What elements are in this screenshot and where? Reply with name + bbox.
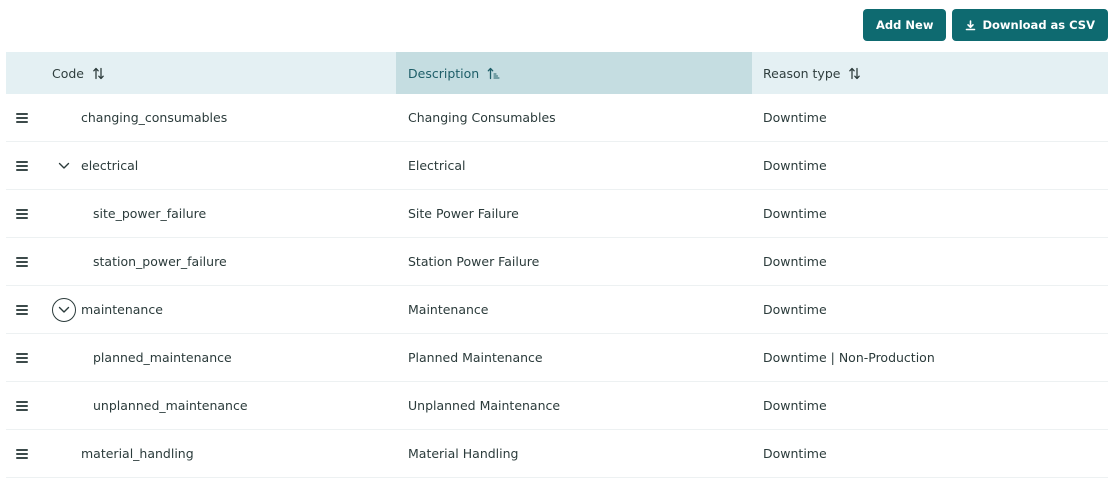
reason-type-cell: Downtime bbox=[763, 110, 827, 125]
description-cell: Unplanned Maintenance bbox=[408, 398, 561, 413]
code-cell: electrical bbox=[6, 142, 396, 189]
drag-handle-icon[interactable] bbox=[16, 448, 28, 459]
drag-handle-icon[interactable] bbox=[16, 304, 28, 315]
drag-handle-icon[interactable] bbox=[16, 208, 28, 219]
code-cell: site_power_failure bbox=[6, 190, 396, 237]
drag-handle-icon[interactable] bbox=[16, 352, 28, 363]
code-cell: station_power_failure bbox=[6, 238, 396, 285]
code-cell: maintenance bbox=[6, 286, 396, 333]
column-header-description-label: Description bbox=[408, 65, 480, 81]
code-text: station_power_failure bbox=[93, 253, 227, 269]
download-label: Download as CSV bbox=[982, 18, 1095, 32]
code-cell: unplanned_maintenance bbox=[6, 382, 396, 429]
description-cell: Changing Consumables bbox=[408, 110, 556, 125]
code-text: maintenance bbox=[81, 301, 163, 317]
reason-type-cell: Downtime | Non-Production bbox=[763, 350, 935, 365]
code-text: electrical bbox=[81, 157, 139, 173]
drag-handle-icon[interactable] bbox=[16, 400, 28, 411]
code-text: unplanned_maintenance bbox=[93, 397, 248, 413]
sort-ascending-icon[interactable] bbox=[487, 67, 500, 80]
add-new-label: Add New bbox=[876, 18, 934, 32]
code-text: material_handling bbox=[81, 445, 194, 461]
code-text: site_power_failure bbox=[93, 205, 207, 221]
collapse-chevron-icon[interactable] bbox=[52, 154, 76, 178]
drag-handle-icon[interactable] bbox=[16, 112, 28, 123]
description-cell: Site Power Failure bbox=[408, 206, 519, 221]
reason-type-cell: Downtime bbox=[763, 398, 827, 413]
sort-both-icon[interactable] bbox=[848, 67, 861, 80]
table-row[interactable]: station_power_failure Station Power Fail… bbox=[6, 238, 1108, 286]
add-new-button[interactable]: Add New bbox=[863, 9, 947, 41]
drag-handle-icon[interactable] bbox=[16, 160, 28, 171]
table-row[interactable]: unplanned_maintenance Unplanned Maintena… bbox=[6, 382, 1108, 430]
table-row[interactable]: electrical Electrical Downtime bbox=[6, 142, 1108, 190]
download-icon bbox=[965, 19, 976, 31]
table-row[interactable]: changing_consumables Changing Consumable… bbox=[6, 94, 1108, 142]
code-text: planned_maintenance bbox=[93, 349, 232, 365]
collapse-chevron-icon[interactable] bbox=[52, 297, 76, 322]
column-header-reason-type[interactable]: Reason type bbox=[752, 52, 1108, 94]
description-cell: Electrical bbox=[408, 158, 466, 173]
sort-both-icon[interactable] bbox=[92, 67, 105, 80]
description-cell: Station Power Failure bbox=[408, 254, 540, 269]
column-header-code-label: Code bbox=[52, 65, 85, 81]
download-csv-button[interactable]: Download as CSV bbox=[952, 9, 1108, 41]
reason-type-cell: Downtime bbox=[763, 206, 827, 221]
reason-codes-table: Code Description Reason type changing_co… bbox=[6, 52, 1108, 478]
column-header-description[interactable]: Description bbox=[396, 52, 752, 94]
column-header-reason-type-label: Reason type bbox=[763, 65, 841, 81]
description-cell: Material Handling bbox=[408, 446, 519, 461]
column-header-code[interactable]: Code bbox=[6, 52, 396, 94]
drag-handle-icon[interactable] bbox=[16, 256, 28, 267]
code-cell: material_handling bbox=[6, 430, 396, 477]
description-cell: Planned Maintenance bbox=[408, 350, 543, 365]
code-cell: changing_consumables bbox=[6, 94, 396, 141]
code-text: changing_consumables bbox=[81, 109, 228, 125]
table-row[interactable]: site_power_failure Site Power Failure Do… bbox=[6, 190, 1108, 238]
table-row[interactable]: maintenance Maintenance Downtime bbox=[6, 286, 1108, 334]
reason-type-cell: Downtime bbox=[763, 302, 827, 317]
table-header: Code Description Reason type bbox=[6, 52, 1108, 94]
table-row[interactable]: planned_maintenance Planned Maintenance … bbox=[6, 334, 1108, 382]
reason-type-cell: Downtime bbox=[763, 158, 827, 173]
reason-type-cell: Downtime bbox=[763, 446, 827, 461]
toolbar: Add New Download as CSV bbox=[863, 9, 1108, 41]
code-cell: planned_maintenance bbox=[6, 334, 396, 381]
description-cell: Maintenance bbox=[408, 302, 489, 317]
reason-type-cell: Downtime bbox=[763, 254, 827, 269]
